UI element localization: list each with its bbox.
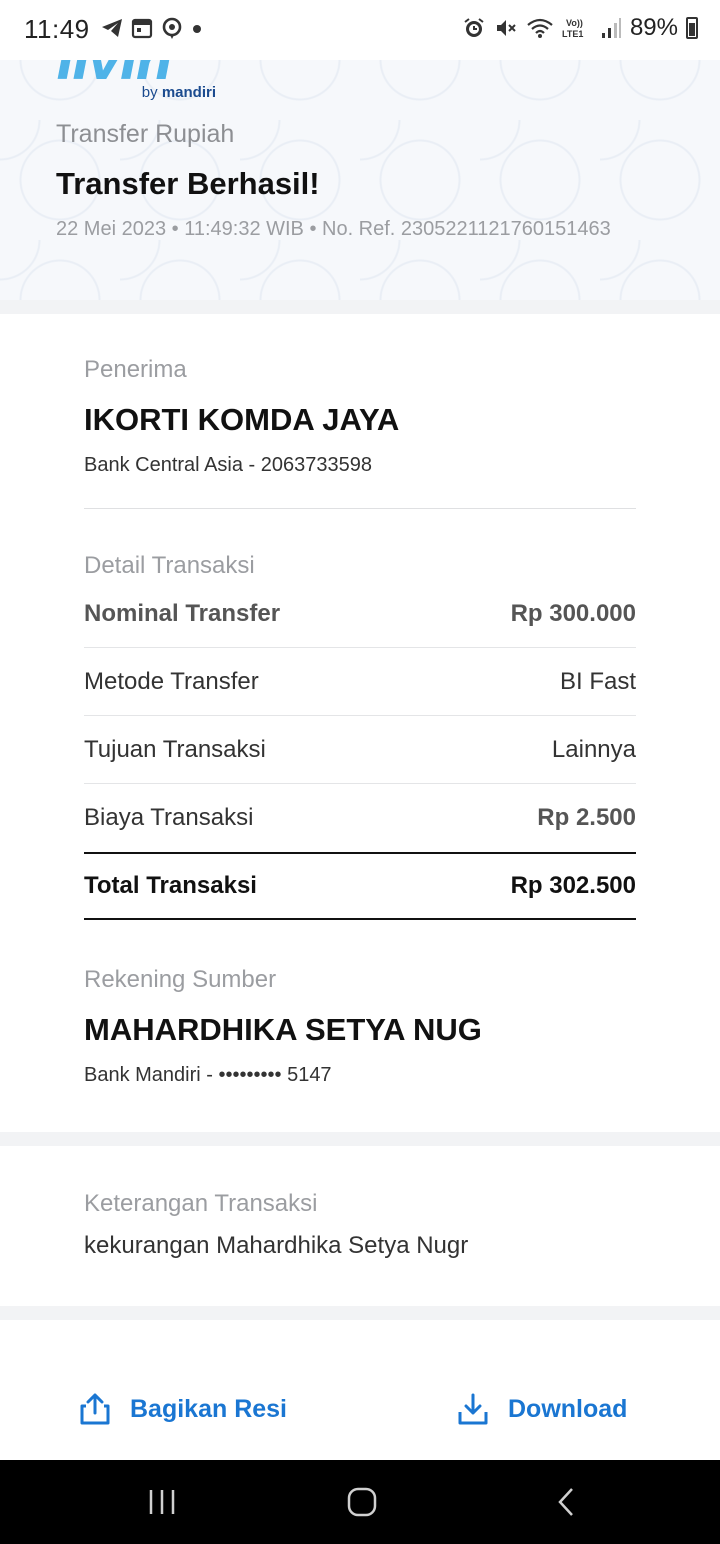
source-section: Rekening Sumber MAHARDHIKA SETYA NUG Ban… [84, 966, 636, 1087]
transaction-details: Detail Transaksi Nominal Transfer Rp 300… [84, 552, 636, 922]
detail-row-nominal: Nominal Transfer Rp 300.000 [84, 580, 636, 648]
transfer-type: Transfer Rupiah [56, 120, 235, 148]
section-gap [0, 300, 720, 314]
divider [84, 508, 636, 509]
notes-card: Keterangan Transaksi kekurangan Mahardhi… [0, 1146, 720, 1306]
svg-text:Vo)): Vo)) [566, 18, 583, 28]
battery-percent: 89% [629, 14, 678, 41]
share-icon [80, 1393, 110, 1425]
download-icon [458, 1393, 488, 1425]
status-bar: 11:49 Vo)) LTE1 89% [0, 0, 720, 60]
download-button[interactable]: Download [456, 1392, 627, 1426]
recipient-section: Penerima IKORTI KOMDA JAYA Bank Central … [84, 356, 636, 477]
source-account: Bank Mandiri - ••••••••• 5147 [84, 1064, 332, 1086]
section-gap [0, 1132, 720, 1146]
notes-text: kekurangan Mahardhika Setya Nugr [84, 1232, 469, 1259]
detail-value: Rp 2.500 [537, 804, 636, 831]
notes-label: Keterangan Transaksi [84, 1190, 318, 1217]
status-left-icons [100, 16, 204, 40]
recipient-label: Penerima [84, 356, 187, 383]
detail-value: Lainnya [551, 735, 636, 763]
section-gap [0, 1306, 720, 1320]
detail-label: Nominal Transfer [84, 599, 281, 627]
page-title: Transfer Berhasil! [56, 166, 320, 201]
dot-icon [193, 25, 201, 33]
share-receipt-button[interactable]: Bagikan Resi [78, 1392, 287, 1426]
logo-byline: by mandiri [141, 84, 216, 101]
home-icon[interactable] [342, 1482, 382, 1522]
detail-label: Tujuan Transaksi [84, 735, 266, 763]
vpn-icon [162, 17, 182, 39]
system-nav-bar [0, 1460, 720, 1544]
notes-section: Keterangan Transaksi kekurangan Mahardhi… [84, 1190, 636, 1260]
svg-text:LTE1: LTE1 [562, 29, 583, 39]
source-label: Rekening Sumber [84, 966, 277, 993]
detail-label: Metode Transfer [84, 667, 259, 695]
total-label: Total Transaksi [84, 872, 257, 899]
recipient-account: Bank Central Asia - 2063733598 [84, 454, 372, 476]
total-row: Total Transaksi Rp 302.500 [84, 852, 636, 920]
battery-icon [686, 17, 698, 39]
receipt-card: Penerima IKORTI KOMDA JAYA Bank Central … [0, 314, 720, 1132]
source-name: MAHARDHIKA SETYA NUG [84, 1012, 482, 1047]
detail-value: Rp 300.000 [510, 599, 636, 627]
status-right-icons: Vo)) LTE1 89% [462, 14, 698, 42]
recipient-name: IKORTI KOMDA JAYA [84, 402, 400, 437]
volte-icon: Vo))LTE1 [562, 18, 583, 39]
status-time: 11:49 [24, 14, 90, 44]
detail-row-purpose: Tujuan Transaksi Lainnya [84, 716, 636, 784]
detail-row-method: Metode Transfer BI Fast [84, 648, 636, 716]
details-label: Detail Transaksi [84, 552, 255, 579]
total-value: Rp 302.500 [510, 872, 636, 899]
calendar-icon [131, 18, 153, 39]
transaction-meta: 22 Mei 2023 • 11:49:32 WIB • No. Ref. 23… [56, 218, 611, 240]
wifi-icon [527, 18, 553, 38]
mute-icon [496, 20, 516, 36]
alarm-icon [464, 18, 484, 37]
share-label: Bagikan Resi [130, 1394, 288, 1423]
recents-icon[interactable] [142, 1482, 182, 1522]
download-label: Download [508, 1394, 628, 1423]
detail-label: Biaya Transaksi [84, 804, 254, 831]
detail-value: BI Fast [559, 667, 636, 695]
action-bar: Bagikan Resi Download [0, 1320, 720, 1460]
telegram-icon [102, 19, 122, 37]
back-icon[interactable] [546, 1482, 586, 1522]
signal-icon [601, 18, 621, 38]
detail-row-fee: Biaya Transaksi Rp 2.500 [84, 784, 636, 852]
